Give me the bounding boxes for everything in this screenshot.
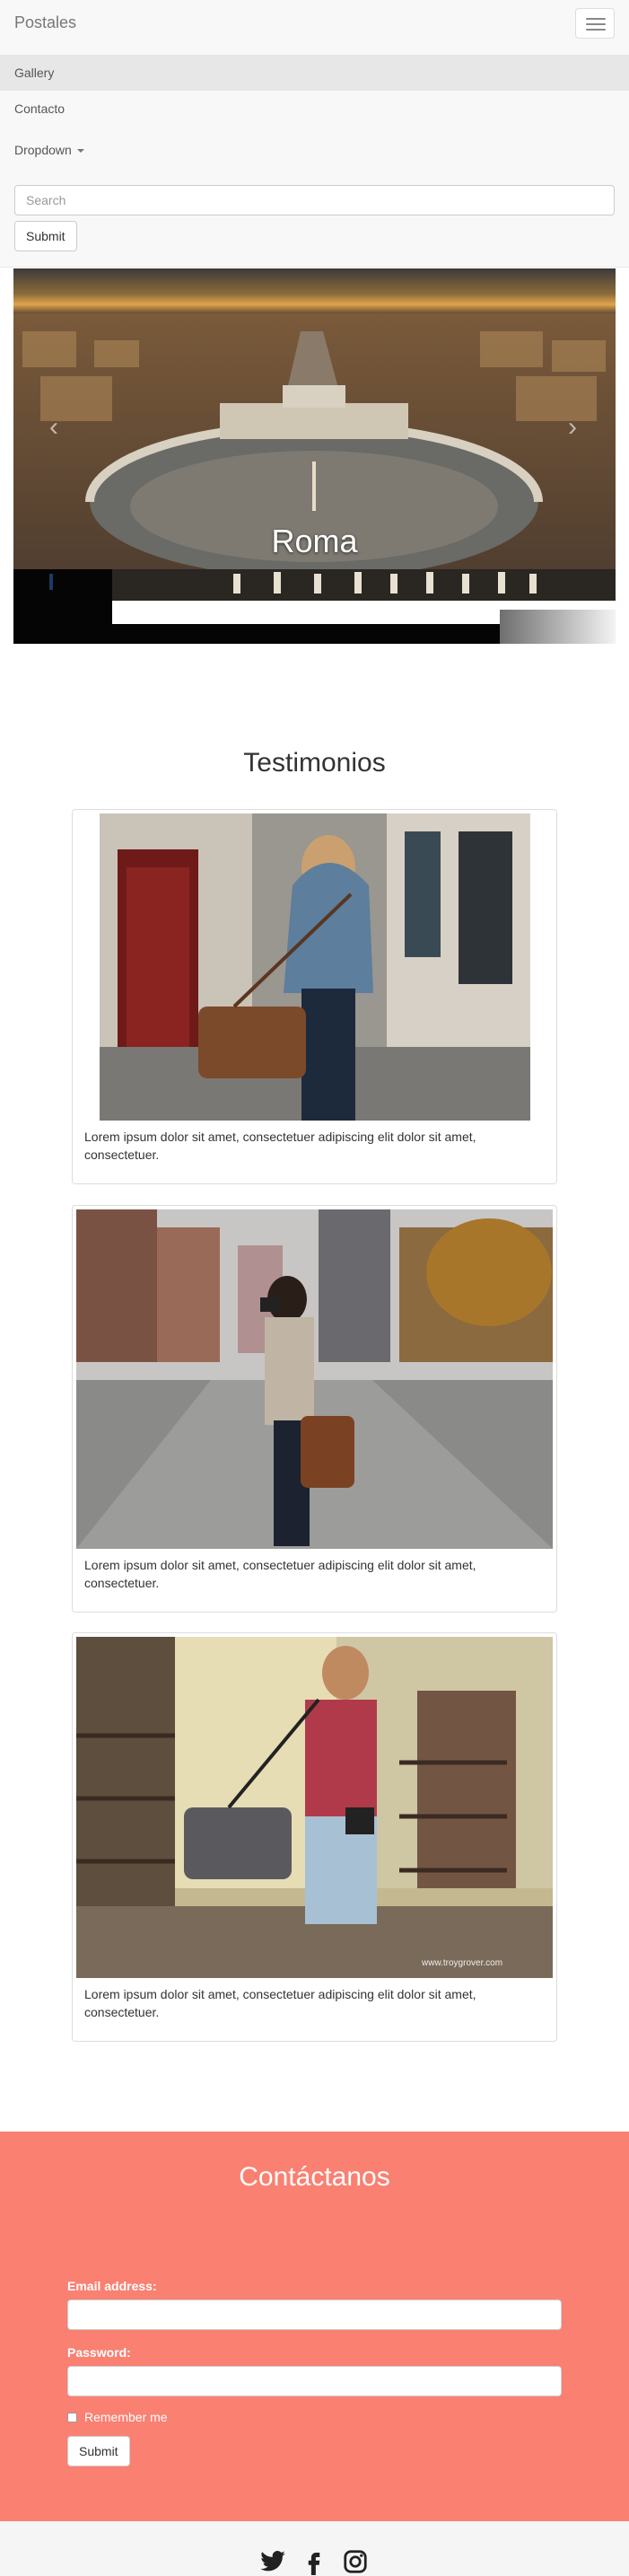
testimonial-card: www.troygrover.com Lorem ipsum dolor sit…: [72, 1632, 557, 2042]
carousel: ‹ › Roma: [13, 268, 616, 644]
carousel-prev-control[interactable]: ‹: [49, 412, 58, 443]
hamburger-icon-bar: [586, 29, 606, 31]
remember-me-checkbox[interactable]: [67, 2413, 77, 2422]
testimonials-title: Testimonios: [243, 748, 386, 778]
nav-dropdown[interactable]: Dropdown: [0, 132, 629, 168]
photo-watermark: www.troygrover.com: [421, 1958, 502, 1968]
carousel-next-control[interactable]: ›: [568, 412, 577, 443]
email-field[interactable]: [67, 2299, 562, 2330]
facebook-icon[interactable]: [301, 2548, 328, 2575]
instagram-icon[interactable]: [342, 2548, 369, 2575]
caret-down-icon: [76, 149, 84, 154]
testimonial-photo: [76, 1209, 553, 1549]
testimonial-photo: www.troygrover.com: [76, 1637, 553, 1978]
twitter-icon[interactable]: [259, 2548, 286, 2575]
search-input[interactable]: [14, 185, 615, 215]
contact-submit-button[interactable]: Submit: [67, 2436, 130, 2466]
navbar-brand[interactable]: Postales: [14, 13, 76, 32]
carousel-caption: Roma: [271, 523, 358, 559]
email-label: Email address:: [67, 2279, 157, 2293]
navbar-toggle-button[interactable]: [575, 8, 615, 39]
nav-item-contacto[interactable]: Contacto: [0, 91, 629, 127]
contact-title: Contáctanos: [239, 2162, 390, 2192]
testimonial-text: Lorem ipsum dolor sit amet, consectetuer…: [84, 1558, 476, 1590]
testimonial-photo: [100, 813, 530, 1121]
search-submit-button[interactable]: Submit: [14, 221, 77, 251]
remember-me-label[interactable]: Remember me: [84, 2410, 168, 2424]
carousel-image-roma: [13, 268, 616, 644]
testimonial-text: Lorem ipsum dolor sit amet, consectetuer…: [84, 1987, 476, 2019]
nav-item-gallery[interactable]: Gallery: [0, 55, 629, 91]
hamburger-icon-bar: [586, 23, 606, 25]
footer: [0, 2521, 629, 2576]
password-label: Password:: [67, 2345, 131, 2360]
nav-dropdown-label: Dropdown: [14, 143, 72, 157]
testimonial-text: Lorem ipsum dolor sit amet, consectetuer…: [84, 1130, 476, 1162]
hamburger-icon-bar: [586, 18, 606, 20]
testimonial-card: Lorem ipsum dolor sit amet, consectetuer…: [72, 809, 557, 1184]
password-field[interactable]: [67, 2366, 562, 2396]
contact-section: Contáctanos Email address: Password: Rem…: [0, 2132, 629, 2521]
navbar: Postales Gallery Contacto Dropdown Submi…: [0, 0, 629, 268]
testimonial-card: Lorem ipsum dolor sit amet, consectetuer…: [72, 1205, 557, 1613]
